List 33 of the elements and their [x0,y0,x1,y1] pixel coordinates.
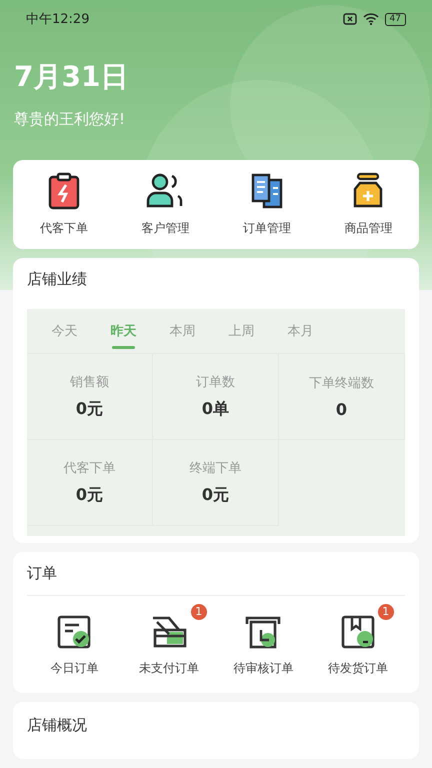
metric-label: 终端下单 [190,460,242,478]
order-status-button[interactable]: 今日订单 [27,602,122,678]
metric-value: 0元 [76,399,104,420]
shortcut-button[interactable]: 商品管理 [318,172,419,238]
section-title: 店铺业绩 [27,270,88,290]
section-title: 店铺概况 [27,716,88,736]
wifi-icon [362,13,379,25]
checklist-icon [56,614,92,650]
order-status-button[interactable]: 1 待发货订单 [310,602,405,678]
metric-label: 代客下单 [64,460,116,478]
metric-label: 下单终端数 [309,375,374,392]
shortcut-button[interactable]: 代客下单 [13,172,114,238]
shortcut-button[interactable]: 订单管理 [216,172,318,238]
greeting-text: 尊贵的王利您好! [14,110,126,129]
metric-value: 0 [336,400,348,420]
package-icon [340,614,376,650]
clipboard-bolt-icon [46,172,81,210]
metric-value: 0元 [76,485,104,506]
metric-value: 0元 [202,485,230,506]
section-title: 订单 [27,564,405,596]
order-status-button[interactable]: 待审核订单 [216,602,310,678]
count-badge: 1 [190,604,207,620]
order-status-button[interactable]: 1 未支付订单 [122,602,216,678]
no-sim-icon [342,13,357,25]
shortcut-button[interactable]: 客户管理 [114,172,216,238]
metric-label: 订单数 [196,374,235,392]
date-heading: 7月31日 [14,59,130,95]
metric-label: 销售额 [70,374,109,392]
battery-level: 47 [384,12,406,26]
status-time: 中午12:29 [26,11,90,28]
metric-value: 0单 [202,399,230,420]
box-clock-icon [244,614,282,650]
count-badge: 1 [378,604,394,620]
